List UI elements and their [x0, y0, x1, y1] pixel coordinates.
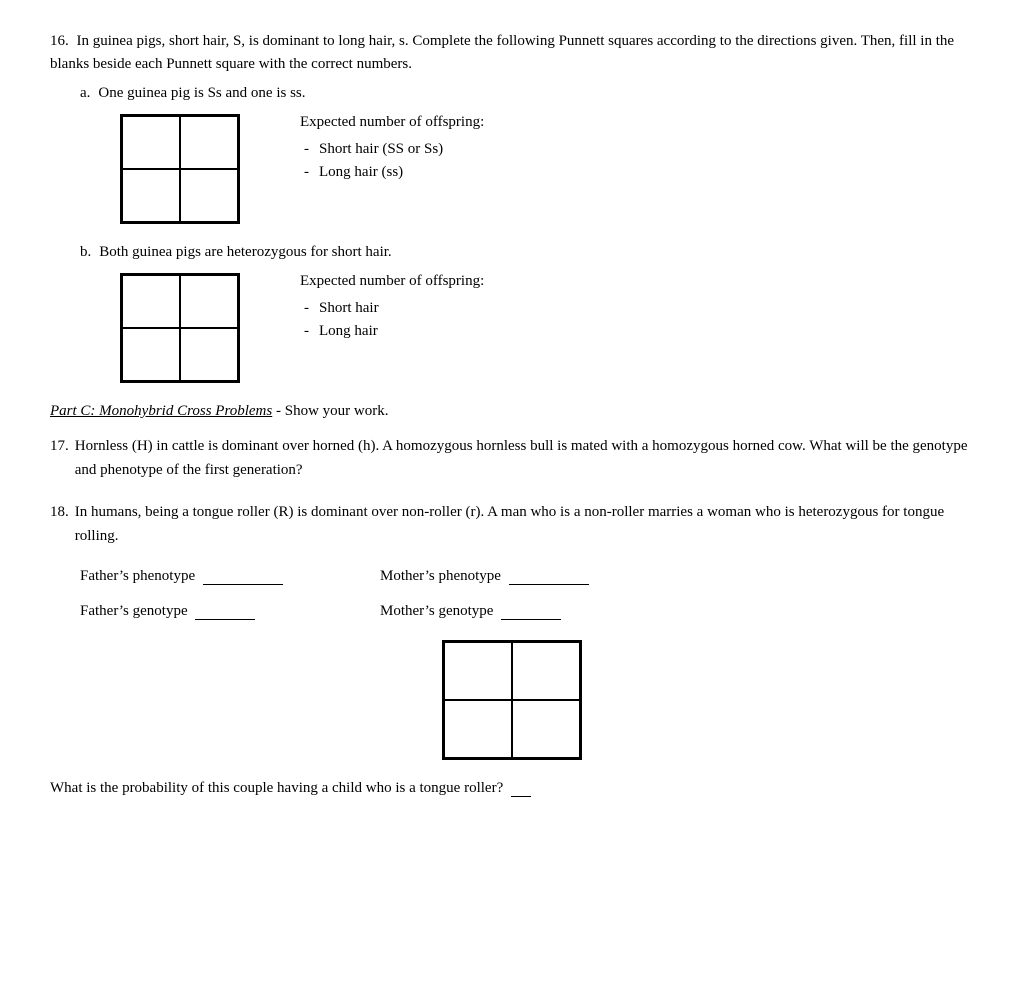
mothers-genotype-item: Mother’s genotype	[380, 603, 561, 620]
q18-punnett-square	[442, 640, 582, 760]
q16-text: In guinea pigs, short hair, S, is domina…	[50, 33, 954, 72]
q16a-dash2: -	[304, 164, 309, 181]
q16a-row1-text: Short hair (SS or Ss)	[319, 141, 443, 158]
q18-final-blank[interactable]	[511, 796, 531, 797]
q18-final-text: What is the probability of this couple h…	[50, 780, 503, 796]
q16b-label: b.	[80, 244, 91, 261]
q16a-dash1: -	[304, 141, 309, 158]
q16b-row1: - Short hair	[300, 300, 484, 317]
q16b-expected-block: Expected number of offspring: - Short ha…	[300, 273, 484, 346]
q16b-dash2: -	[304, 323, 309, 340]
q18-final-question: What is the probability of this couple h…	[50, 780, 974, 797]
punnett-cell	[122, 116, 180, 169]
q16a-punnett-area: Expected number of offspring: - Short ha…	[120, 114, 974, 224]
q16b-text: Both guinea pigs are heterozygous for sh…	[99, 244, 391, 261]
q16b-row2-text: Long hair	[319, 323, 378, 340]
q16b-punnett-area: Expected number of offspring: - Short ha…	[120, 273, 974, 383]
mothers-genotype-label: Mother’s genotype	[380, 603, 493, 619]
question-17: 17. Hornless (H) in cattle is dominant o…	[50, 434, 974, 482]
mothers-phenotype-blank[interactable]	[509, 584, 589, 585]
punnett-cell	[180, 275, 238, 328]
fathers-genotype-label: Father’s genotype	[80, 603, 188, 619]
question-16: 16. In guinea pigs, short hair, S, is do…	[50, 30, 974, 383]
q16a-punnett-square	[120, 114, 240, 224]
punnett-cell	[122, 275, 180, 328]
punnett-cell	[180, 328, 238, 381]
q18-punnett-area	[50, 640, 974, 760]
q17-text: Hornless (H) in cattle is dominant over …	[75, 434, 974, 482]
q18-content: 18. In humans, being a tongue roller (R)…	[50, 500, 974, 548]
fathers-genotype-blank[interactable]	[195, 619, 255, 620]
question-18: 18. In humans, being a tongue roller (R)…	[50, 500, 974, 797]
mothers-genotype-blank[interactable]	[501, 619, 561, 620]
punnett-cell	[512, 642, 580, 700]
q17-number: 17.	[50, 434, 69, 458]
punnett-cell	[180, 116, 238, 169]
genotype-row: Father’s genotype Mother’s genotype	[80, 603, 974, 620]
q16a-row2: - Long hair (ss)	[300, 164, 484, 181]
punnett-cell	[180, 169, 238, 222]
mothers-phenotype-item: Mother’s phenotype	[380, 568, 589, 585]
q16a-row2-text: Long hair (ss)	[319, 164, 403, 181]
punnett-cell	[444, 700, 512, 758]
fathers-phenotype-blank[interactable]	[203, 584, 283, 585]
punnett-cell	[122, 169, 180, 222]
punnett-cell	[122, 328, 180, 381]
phenotype-genotype-block: Father’s phenotype Mother’s phenotype Fa…	[80, 568, 974, 620]
fathers-phenotype-label: Father’s phenotype	[80, 568, 195, 584]
q16a-row1: - Short hair (SS or Ss)	[300, 141, 484, 158]
q16b-row2: - Long hair	[300, 323, 484, 340]
q16a-expected-title: Expected number of offspring:	[300, 114, 484, 131]
q16-part-a: a. One guinea pig is Ss and one is ss. E…	[80, 85, 974, 224]
q16b-dash1: -	[304, 300, 309, 317]
q16-part-b: b. Both guinea pigs are heterozygous for…	[80, 244, 974, 383]
q16b-punnett-square	[120, 273, 240, 383]
q18-text: In humans, being a tongue roller (R) is …	[75, 500, 974, 548]
fathers-genotype-item: Father’s genotype	[80, 603, 380, 620]
q16-number: 16.	[50, 33, 69, 49]
fathers-phenotype-item: Father’s phenotype	[80, 568, 380, 585]
part-c-suffix: - Show your work.	[272, 403, 388, 419]
part-c-header: Part C: Monohybrid Cross Problems - Show…	[50, 403, 974, 420]
q16a-text: One guinea pig is Ss and one is ss.	[98, 85, 305, 102]
punnett-cell	[512, 700, 580, 758]
q16a-expected-block: Expected number of offspring: - Short ha…	[300, 114, 484, 187]
q16b-expected-title: Expected number of offspring:	[300, 273, 484, 290]
phenotype-row: Father’s phenotype Mother’s phenotype	[80, 568, 974, 585]
q18-number: 18.	[50, 500, 69, 524]
q16b-row1-text: Short hair	[319, 300, 379, 317]
mothers-phenotype-label: Mother’s phenotype	[380, 568, 501, 584]
part-c-label: Part C: Monohybrid Cross Problems	[50, 403, 272, 419]
q16a-label: a.	[80, 85, 90, 102]
q17-content: 17. Hornless (H) in cattle is dominant o…	[50, 434, 974, 482]
punnett-cell	[444, 642, 512, 700]
q16-header: 16. In guinea pigs, short hair, S, is do…	[50, 30, 974, 75]
